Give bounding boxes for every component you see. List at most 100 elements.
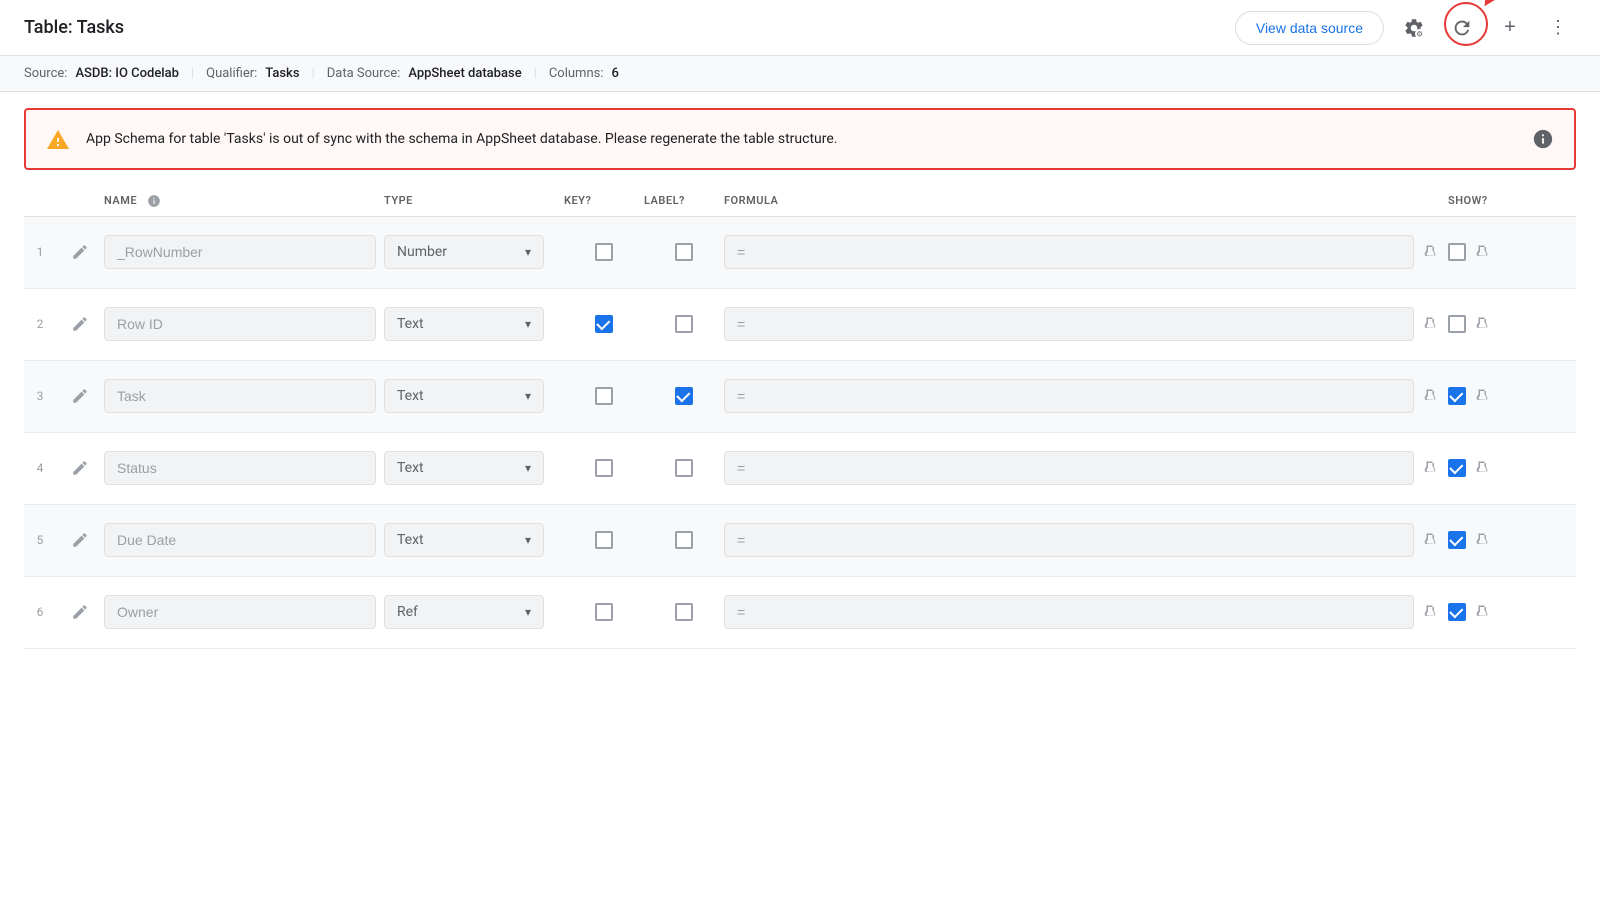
edit-icon-row-4[interactable] bbox=[56, 459, 104, 477]
table-row: 2 Text ▾ bbox=[24, 289, 1576, 361]
settings-icon: ⚙ bbox=[1403, 17, 1425, 39]
show-cell-5[interactable] bbox=[1448, 530, 1528, 550]
col-header-label: LABEL? bbox=[644, 194, 724, 207]
edit-icon-row-1[interactable] bbox=[56, 243, 104, 261]
name-input-row-4[interactable] bbox=[104, 451, 376, 485]
label-checkbox-cell-6[interactable] bbox=[644, 603, 724, 621]
type-select-row-5[interactable]: Text ▾ bbox=[384, 523, 544, 557]
type-select-row-2[interactable]: Text ▾ bbox=[384, 307, 544, 341]
flask-icon-4[interactable] bbox=[1422, 458, 1440, 478]
columns-label: Columns: bbox=[549, 66, 604, 81]
qualifier-label: Qualifier: bbox=[206, 66, 257, 81]
key-checkbox-1[interactable] bbox=[595, 243, 613, 261]
type-select-row-4[interactable]: Text ▾ bbox=[384, 451, 544, 485]
show-flask-icon-6[interactable] bbox=[1474, 602, 1492, 622]
edit-icon-row-6[interactable] bbox=[56, 603, 104, 621]
type-select-row-3[interactable]: Text ▾ bbox=[384, 379, 544, 413]
key-checkbox-cell-1[interactable] bbox=[564, 243, 644, 261]
label-checkbox-cell-5[interactable] bbox=[644, 531, 724, 549]
info-icon[interactable] bbox=[1532, 128, 1554, 150]
type-select-row-1[interactable]: Number ▾ bbox=[384, 235, 544, 269]
show-flask-icon-5[interactable] bbox=[1474, 530, 1492, 550]
name-input-row-3[interactable] bbox=[104, 379, 376, 413]
edit-icon-row-5[interactable] bbox=[56, 531, 104, 549]
label-checkbox-5[interactable] bbox=[675, 531, 693, 549]
formula-input-1[interactable] bbox=[724, 235, 1414, 269]
refresh-button[interactable] bbox=[1444, 10, 1480, 46]
show-checkbox-1[interactable] bbox=[1448, 243, 1466, 261]
key-checkbox-cell-6[interactable] bbox=[564, 603, 644, 621]
key-checkbox-6[interactable] bbox=[595, 603, 613, 621]
key-checkbox-5[interactable] bbox=[595, 531, 613, 549]
formula-input-5[interactable] bbox=[724, 523, 1414, 557]
dropdown-arrow-icon: ▾ bbox=[525, 389, 531, 403]
warning-banner: App Schema for table 'Tasks' is out of s… bbox=[24, 108, 1576, 170]
data-source-value: AppSheet database bbox=[408, 66, 521, 81]
name-input-row-5[interactable] bbox=[104, 523, 376, 557]
flask-icon-2[interactable] bbox=[1422, 314, 1440, 334]
add-button[interactable]: + bbox=[1492, 10, 1528, 46]
type-select-row-6[interactable]: Ref ▾ bbox=[384, 595, 544, 629]
formula-cell-6 bbox=[724, 591, 1448, 633]
show-checkbox-6[interactable] bbox=[1448, 603, 1466, 621]
label-checkbox-cell-2[interactable] bbox=[644, 315, 724, 333]
key-checkbox-cell-3[interactable] bbox=[564, 387, 644, 405]
flask-icon-6[interactable] bbox=[1422, 602, 1440, 622]
page-title: Table: Tasks bbox=[24, 17, 124, 38]
more-menu-button[interactable]: ⋮ bbox=[1540, 10, 1576, 46]
show-cell-4[interactable] bbox=[1448, 458, 1528, 478]
show-cell-1[interactable] bbox=[1448, 242, 1528, 262]
key-checkbox-4[interactable] bbox=[595, 459, 613, 477]
label-checkbox-4[interactable] bbox=[675, 459, 693, 477]
formula-input-6[interactable] bbox=[724, 595, 1414, 629]
show-checkbox-5[interactable] bbox=[1448, 531, 1466, 549]
label-checkbox-6[interactable] bbox=[675, 603, 693, 621]
dropdown-arrow-icon: ▾ bbox=[525, 317, 531, 331]
show-cell-3[interactable] bbox=[1448, 386, 1528, 406]
table-row: 3 Text ▾ bbox=[24, 361, 1576, 433]
flask-icon-5[interactable] bbox=[1422, 530, 1440, 550]
show-flask-icon-2[interactable] bbox=[1474, 314, 1492, 334]
name-input-row-1[interactable] bbox=[104, 235, 376, 269]
label-checkbox-cell-4[interactable] bbox=[644, 459, 724, 477]
view-data-source-button[interactable]: View data source bbox=[1235, 11, 1384, 45]
label-checkbox-2[interactable] bbox=[675, 315, 693, 333]
refresh-button-wrapper bbox=[1444, 10, 1480, 46]
label-checkbox-1[interactable] bbox=[675, 243, 693, 261]
dropdown-arrow-icon: ▾ bbox=[525, 605, 531, 619]
show-cell-2[interactable] bbox=[1448, 314, 1528, 334]
show-checkbox-3[interactable] bbox=[1448, 387, 1466, 405]
label-checkbox-3[interactable] bbox=[675, 387, 693, 405]
dropdown-arrow-icon: ▾ bbox=[525, 461, 531, 475]
show-flask-icon-1[interactable] bbox=[1474, 242, 1492, 262]
more-icon: ⋮ bbox=[1549, 17, 1567, 38]
label-checkbox-cell-3[interactable] bbox=[644, 387, 724, 405]
formula-input-3[interactable] bbox=[724, 379, 1414, 413]
show-cell-6[interactable] bbox=[1448, 602, 1528, 622]
key-checkbox-cell-2[interactable] bbox=[564, 315, 644, 333]
key-checkbox-cell-4[interactable] bbox=[564, 459, 644, 477]
edit-icon-row-2[interactable] bbox=[56, 315, 104, 333]
show-flask-icon-4[interactable] bbox=[1474, 458, 1492, 478]
flask-icon-3[interactable] bbox=[1422, 386, 1440, 406]
settings-icon-button[interactable]: ⚙ bbox=[1396, 10, 1432, 46]
type-value-row-3: Text bbox=[397, 388, 525, 404]
name-input-row-2[interactable] bbox=[104, 307, 376, 341]
col-header-type: TYPE bbox=[384, 194, 564, 207]
edit-icon-row-3[interactable] bbox=[56, 387, 104, 405]
formula-input-2[interactable] bbox=[724, 307, 1414, 341]
label-checkbox-cell-1[interactable] bbox=[644, 243, 724, 261]
name-input-row-6[interactable] bbox=[104, 595, 376, 629]
svg-text:⚙: ⚙ bbox=[1416, 29, 1423, 38]
key-checkbox-cell-5[interactable] bbox=[564, 531, 644, 549]
show-flask-icon-3[interactable] bbox=[1474, 386, 1492, 406]
row-number-1: 1 bbox=[24, 245, 56, 259]
table-row: 1 Number ▾ bbox=[24, 217, 1576, 289]
key-checkbox-3[interactable] bbox=[595, 387, 613, 405]
flask-icon-1[interactable] bbox=[1422, 242, 1440, 262]
table-row: 5 Text ▾ bbox=[24, 505, 1576, 577]
key-checkbox-2[interactable] bbox=[595, 315, 613, 333]
show-checkbox-4[interactable] bbox=[1448, 459, 1466, 477]
formula-input-4[interactable] bbox=[724, 451, 1414, 485]
show-checkbox-2[interactable] bbox=[1448, 315, 1466, 333]
